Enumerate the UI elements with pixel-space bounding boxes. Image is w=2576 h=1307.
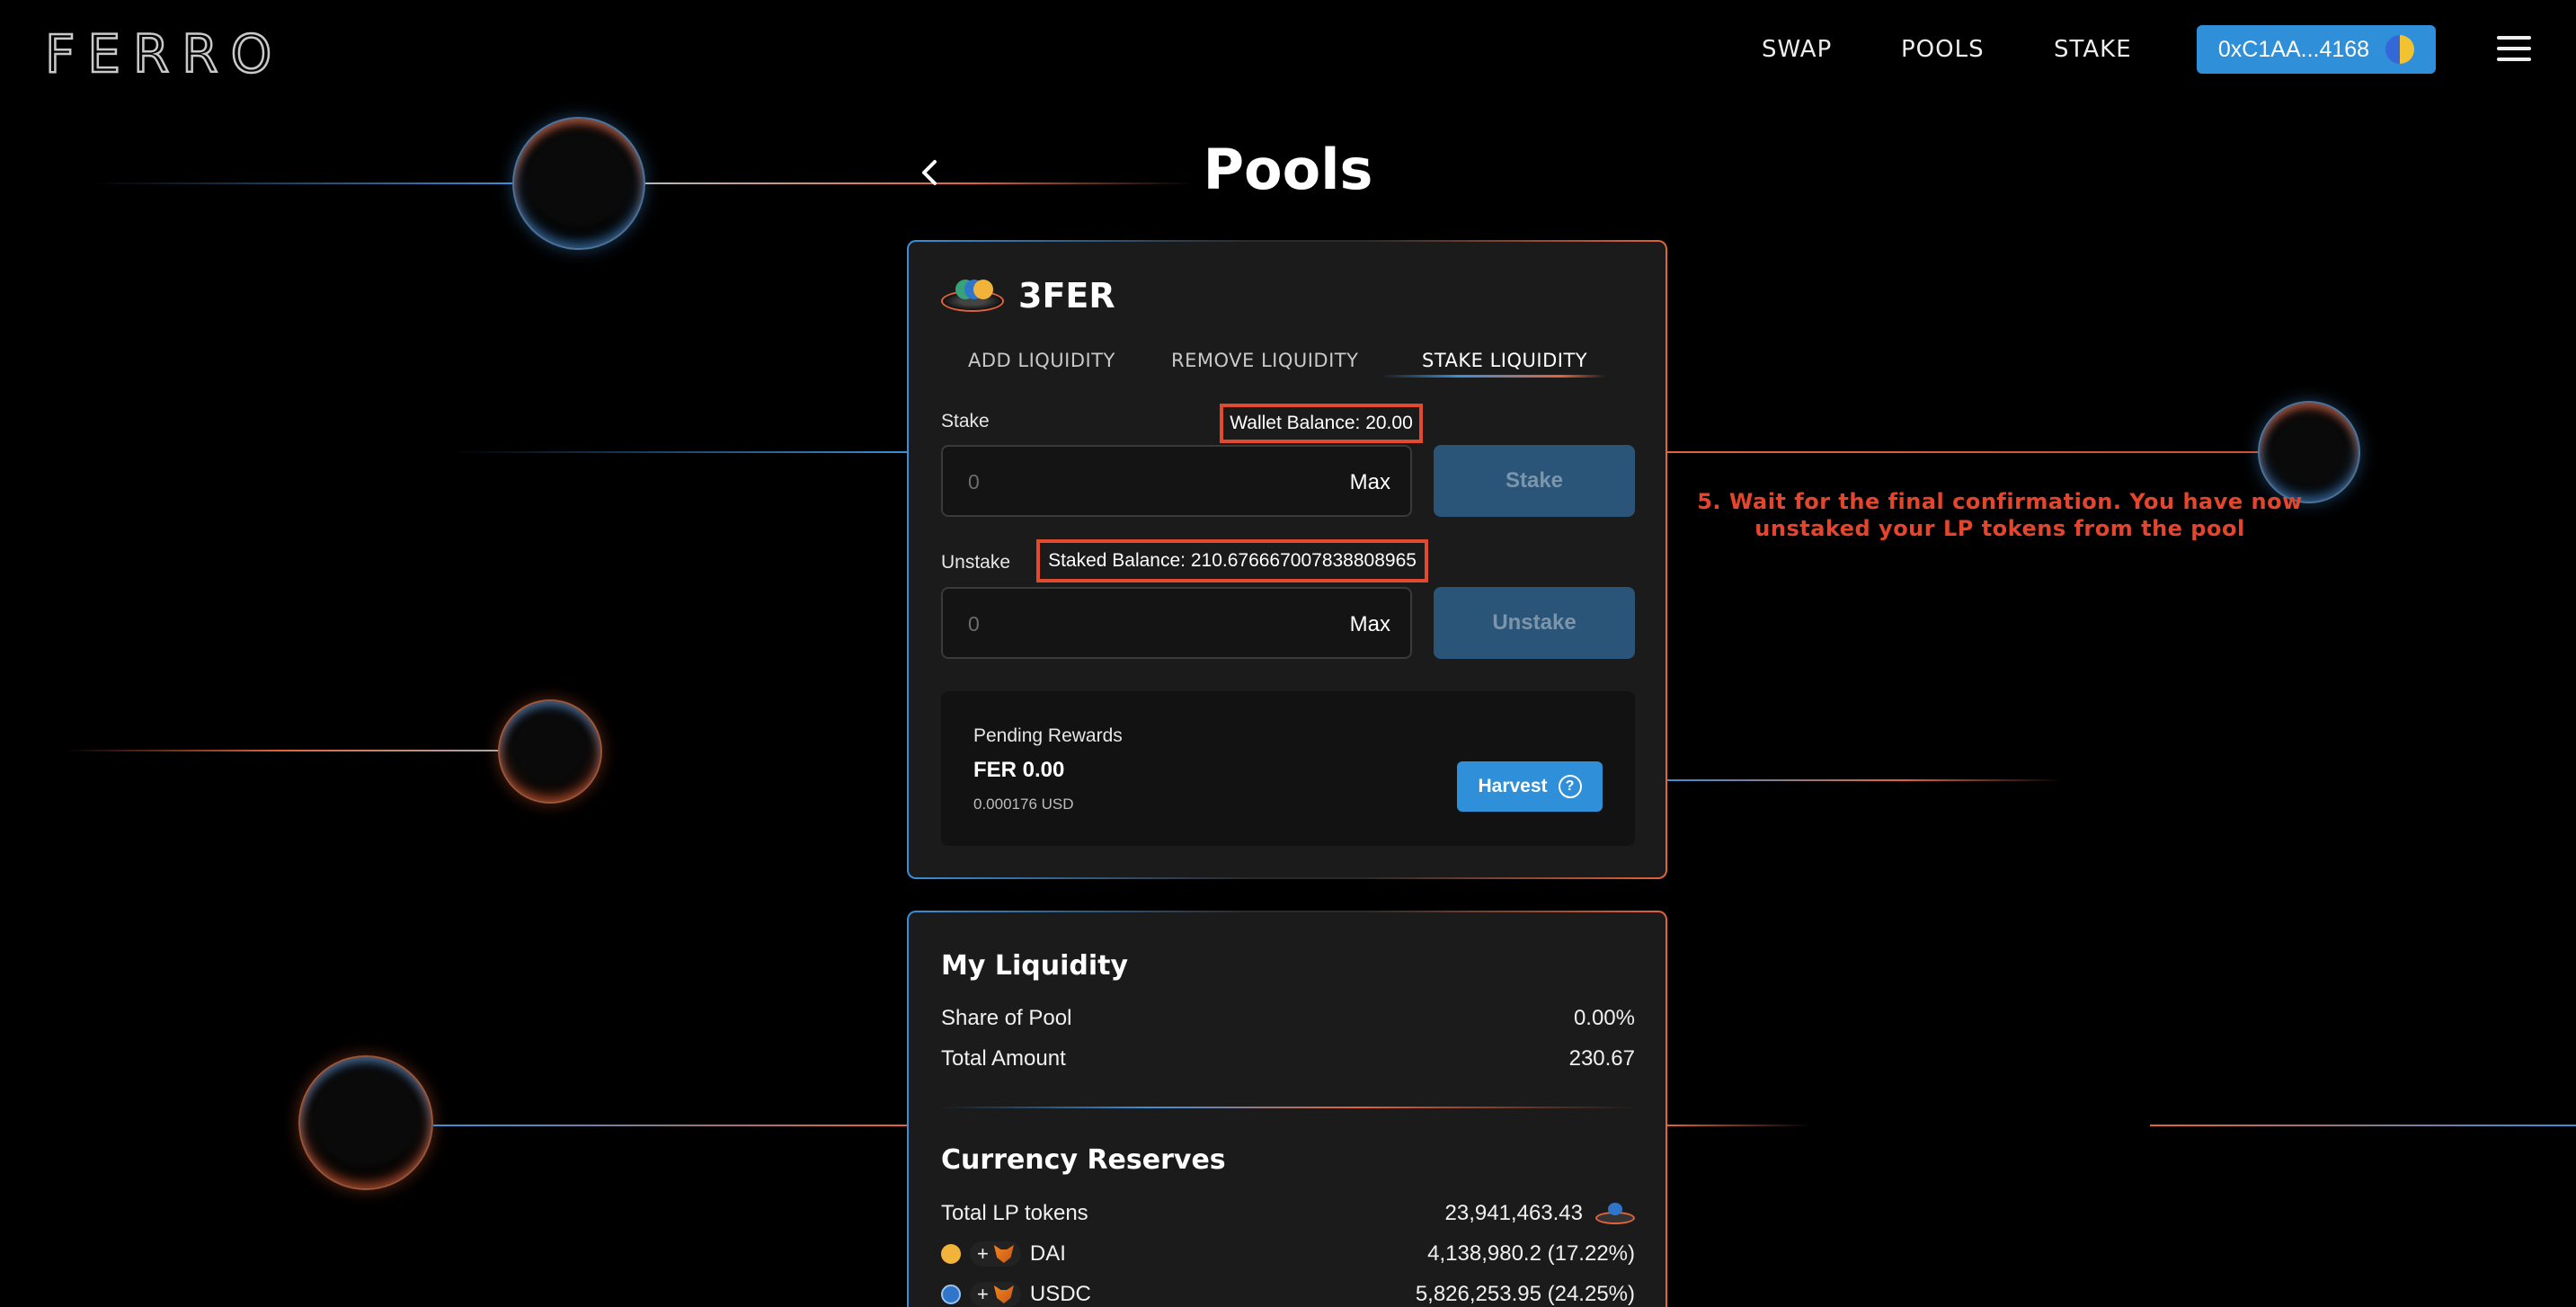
usdc-icon — [941, 1285, 961, 1304]
tab-add-liquidity[interactable]: ADD LIQUIDITY — [968, 350, 1115, 371]
plus-sign: + — [977, 1283, 989, 1305]
tutorial-annotation: 5. Wait for the final confirmation. You … — [1672, 488, 2328, 542]
active-tab-underline — [1381, 375, 1606, 378]
total-lp-row: Total LP tokens 23,941,463.43 — [941, 1201, 1635, 1228]
total-amount-label: Total Amount — [941, 1046, 1066, 1071]
decor-line — [1667, 451, 2261, 453]
pool-name: 3FER — [1018, 276, 1115, 316]
my-liquidity-title: My Liquidity — [941, 950, 1129, 982]
currency-reserves-title: Currency Reserves — [941, 1144, 1226, 1176]
total-amount-value: 230.67 — [1568, 1046, 1635, 1071]
stake-max-button[interactable]: Max — [1350, 470, 1390, 495]
wallet-balance-highlight: Wallet Balance: 20.00 — [1220, 404, 1423, 443]
pending-rewards-title: Pending Rewards — [973, 725, 1123, 746]
share-of-pool-label: Share of Pool — [941, 1006, 1072, 1030]
unstake-max-button[interactable]: Max — [1350, 612, 1390, 637]
hamburger-menu-icon[interactable] — [2497, 36, 2531, 61]
tab-stake-liquidity[interactable]: STAKE LIQUIDITY — [1422, 350, 1587, 371]
decor-line — [449, 451, 908, 453]
pending-rewards-usd: 0.000176 USD — [973, 796, 1074, 813]
decor-orb — [512, 117, 645, 250]
reserve-token-name: USDC — [1029, 1282, 1091, 1306]
dai-icon — [941, 1244, 961, 1264]
metamask-icon — [993, 1285, 1014, 1303]
lp-token-icon — [1595, 1203, 1635, 1224]
reserve-row-usdc: + USDC 5,826,253.95 (24.25%) — [941, 1282, 1635, 1307]
reserve-token-name: DAI — [1029, 1241, 1066, 1266]
decor-line — [90, 182, 512, 184]
pending-rewards-panel: Pending Rewards FER 0.00 0.000176 USD Ha… — [941, 691, 1635, 846]
reserve-value: 5,826,253.95 (24.25%) — [1415, 1282, 1635, 1306]
nav-pools[interactable]: POOLS — [1901, 36, 1985, 63]
pool-tabs: ADD LIQUIDITY REMOVE LIQUIDITY STAKE LIQ… — [941, 341, 1637, 386]
decor-orb — [298, 1055, 433, 1190]
ferro-logo[interactable]: FERRO — [44, 22, 284, 86]
decor-line — [1667, 779, 2063, 781]
liquidity-card: My Liquidity Share of Pool 0.00% Total A… — [907, 911, 1667, 1307]
harvest-label: Harvest — [1478, 776, 1548, 796]
tab-remove-liquidity[interactable]: REMOVE LIQUIDITY — [1171, 350, 1358, 371]
add-to-wallet-button[interactable]: + — [970, 1282, 1021, 1307]
pool-header: 3FER — [941, 276, 1115, 316]
share-of-pool-value: 0.00% — [1573, 1006, 1635, 1030]
unstake-button[interactable]: Unstake — [1434, 587, 1635, 659]
total-lp-label: Total LP tokens — [941, 1201, 1088, 1225]
stake-label: Stake — [941, 411, 990, 431]
back-arrow-icon[interactable] — [917, 155, 944, 191]
unstake-input-value: 0 — [968, 612, 980, 636]
plus-sign: + — [977, 1242, 989, 1265]
wallet-address: 0xC1AA...4168 — [2217, 36, 2370, 62]
reserve-row-dai: + DAI 4,138,980.2 (17.22%) — [941, 1241, 1635, 1268]
unstake-input[interactable]: 0 Max — [941, 587, 1412, 659]
decor-line — [63, 750, 500, 751]
decor-orb — [498, 699, 602, 804]
decor-line — [1667, 1125, 1811, 1126]
total-lp-value: 23,941,463.43 — [1444, 1201, 1583, 1225]
nav-stake[interactable]: STAKE — [2054, 36, 2132, 63]
reserve-value: 4,138,980.2 (17.22%) — [1427, 1241, 1635, 1266]
pending-rewards-amount: FER 0.00 — [973, 758, 1065, 782]
stake-card: 3FER ADD LIQUIDITY REMOVE LIQUIDITY STAK… — [907, 240, 1667, 879]
share-of-pool-row: Share of Pool 0.00% — [941, 1006, 1635, 1033]
section-divider — [941, 1107, 1635, 1108]
stake-input-value: 0 — [968, 470, 980, 493]
add-to-wallet-button[interactable]: + — [970, 1241, 1021, 1267]
wallet-avatar-icon — [2385, 35, 2415, 64]
wallet-button[interactable]: 0xC1AA...4168 — [2197, 25, 2436, 74]
annotation-line-2: unstaked your LP tokens from the pool — [1754, 516, 2245, 541]
stake-button[interactable]: Stake — [1434, 445, 1635, 517]
decor-line — [433, 1125, 908, 1126]
harvest-button[interactable]: Harvest ? — [1457, 761, 1603, 812]
help-icon[interactable]: ? — [1558, 775, 1582, 798]
staked-balance-highlight: Staked Balance: 210.676667007838808965 — [1036, 539, 1428, 582]
decor-line — [2150, 1125, 2576, 1126]
nav-swap[interactable]: SWAP — [1762, 36, 1832, 63]
metamask-icon — [993, 1245, 1014, 1263]
page-title: Pools — [1203, 137, 1373, 202]
annotation-line-1: 5. Wait for the final confirmation. You … — [1697, 489, 2303, 514]
total-amount-row: Total Amount 230.67 — [941, 1046, 1635, 1073]
unstake-label: Unstake — [941, 552, 1011, 573]
pool-token-icon — [941, 278, 1004, 314]
stake-input[interactable]: 0 Max — [941, 445, 1412, 517]
